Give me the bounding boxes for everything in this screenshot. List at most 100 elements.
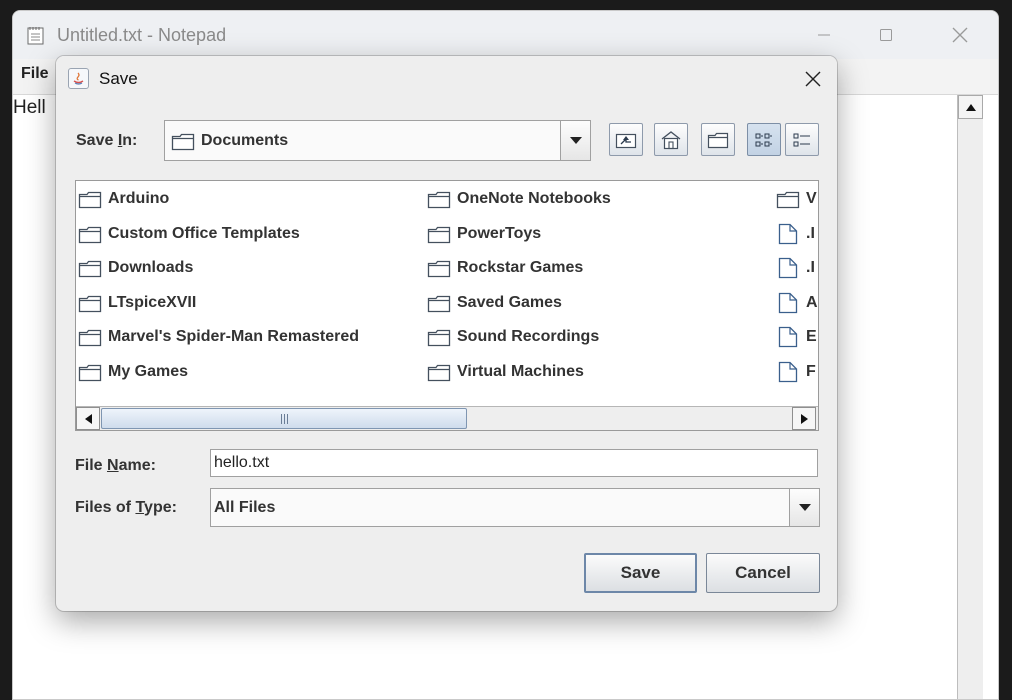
maximize-icon [880,29,892,41]
save-in-dropdown-button[interactable] [560,121,590,160]
notepad-vertical-scrollbar[interactable] [957,95,983,699]
new-folder-icon [707,132,729,148]
file-list-item[interactable]: E [776,325,817,349]
save-button[interactable]: Save [584,553,697,593]
dialog-close-button[interactable] [797,64,829,94]
save-in-label-pre: Save [76,132,118,149]
files-of-type-combobox[interactable]: All Files [210,488,820,527]
file-list-item[interactable]: F [776,360,816,384]
window-close-button[interactable] [937,21,983,49]
scroll-left-button[interactable] [76,407,100,430]
folder-list-item[interactable]: Arduino [78,187,169,211]
list-item-label: Virtual Machines [457,363,584,380]
notepad-icon [27,27,44,45]
save-in-label-post: n: [122,132,138,149]
file-icon [778,257,798,279]
new-folder-button[interactable] [701,123,735,156]
file-name-label-mnemonic: N [107,457,119,474]
folder-icon [427,364,451,381]
notepad-title: Untitled.txt - Notepad [57,25,227,45]
arrow-left-icon [84,413,92,424]
file-icon [778,361,798,383]
files-of-type-dropdown-button[interactable] [789,489,819,526]
scroll-right-button[interactable] [792,407,816,430]
list-view-icon [755,133,772,146]
home-icon [661,130,681,149]
list-item-label: Arduino [108,190,170,207]
notepad-text-area[interactable]: Hell [13,97,46,119]
file-icon [778,223,798,245]
folder-list-item[interactable]: Rockstar Games [427,256,583,280]
file-name-input[interactable]: hello.txt [210,449,818,477]
folder-icon [78,329,102,346]
list-item-label: LTspiceXVII [108,294,197,311]
folder-list-item[interactable]: Custom Office Templates [78,222,300,246]
list-item-label: PowerToys [457,225,542,242]
list-item-label: Downloads [108,259,194,276]
up-one-level-button[interactable] [609,123,643,156]
folder-icon [78,364,102,381]
file-list-horizontal-scrollbar[interactable] [76,406,818,430]
list-item-label: My Games [108,363,189,380]
arrow-right-icon [800,413,808,424]
scroll-up-button[interactable] [958,95,983,119]
list-item-label: E [806,328,817,345]
save-dialog: Save Save In: Documents Arduino Custom O… [56,56,837,611]
list-item-label: F [806,363,816,380]
files-of-type-label-pre: Files of [75,499,136,516]
file-list-item[interactable]: .I [776,222,815,246]
scrollbar-thumb[interactable] [101,408,467,429]
maximize-button[interactable] [863,21,909,49]
file-name-label-post: ame: [118,457,156,474]
home-button[interactable] [654,123,688,156]
folder-icon [78,295,102,312]
arrow-up-icon [965,103,976,111]
list-item-label: Marvel's Spider-Man Remastered [108,328,360,345]
list-item-label: .I [806,259,815,276]
close-icon [805,71,821,87]
save-in-value: Documents [201,132,289,149]
file-icon [778,326,798,348]
file-list-item[interactable]: A [776,291,818,315]
folder-list-item[interactable]: OneNote Notebooks [427,187,611,211]
save-in-combobox[interactable]: Documents [164,120,591,161]
minimize-icon [818,34,830,36]
folder-list-item[interactable]: Downloads [78,256,193,280]
folder-list-item[interactable]: Virtual Machines [427,360,584,384]
chevron-down-icon [569,137,582,144]
menu-file[interactable]: File [21,65,49,83]
details-view-icon [793,133,810,146]
folder-icon [776,191,800,208]
cancel-button[interactable]: Cancel [706,553,820,593]
details-view-button[interactable] [785,123,819,156]
folder-list-item[interactable]: LTspiceXVII [78,291,196,315]
file-name-label: File Name: [75,457,156,475]
folder-icon [427,295,451,312]
minimize-button[interactable] [801,21,847,49]
file-list-item[interactable]: .I [776,256,815,280]
notepad-titlebar[interactable]: Untitled.txt - Notepad [13,11,998,59]
folder-icon [427,329,451,346]
list-item-label: V [806,190,817,207]
folder-list-item[interactable]: Sound Recordings [427,325,599,349]
up-folder-icon [615,133,637,148]
folder-icon [171,133,195,151]
folder-list-item[interactable]: Marvel's Spider-Man Remastered [78,325,359,349]
save-in-label: Save In: [76,132,137,150]
list-item-label: Saved Games [457,294,562,311]
folder-icon [78,191,102,208]
list-item-label: Sound Recordings [457,328,600,345]
folder-list-item[interactable]: My Games [78,360,188,384]
list-view-button[interactable] [747,123,781,156]
chevron-down-icon [798,504,811,511]
dialog-titlebar[interactable]: Save [56,56,837,102]
folder-list-item[interactable]: V [776,187,817,211]
folder-list-item[interactable]: PowerToys [427,222,541,246]
folder-icon [427,260,451,277]
file-list[interactable]: Arduino Custom Office Templates Downloads L… [75,180,819,431]
list-item-label: .I [806,225,815,242]
folder-icon [427,191,451,208]
folder-list-item[interactable]: Saved Games [427,291,562,315]
files-of-type-label-post: ype: [144,499,177,516]
list-item-label: Custom Office Templates [108,225,300,242]
